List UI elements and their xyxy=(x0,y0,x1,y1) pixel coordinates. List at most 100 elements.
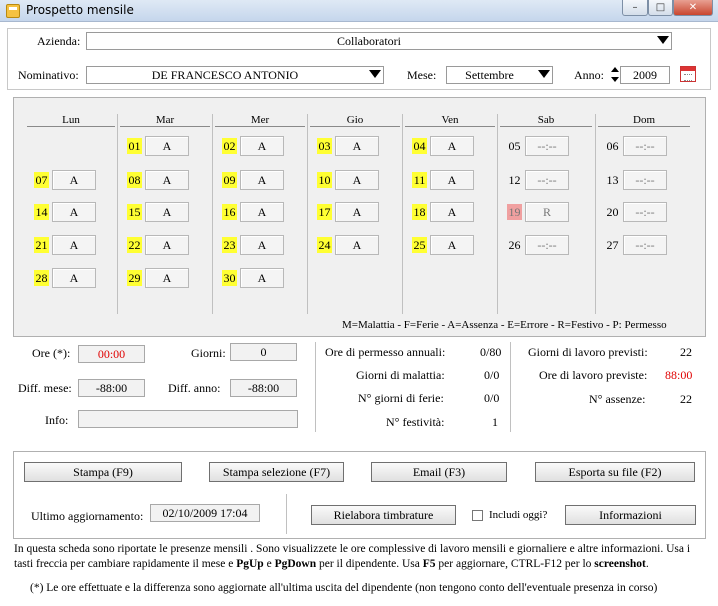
stampa-selezione-button[interactable]: Stampa selezione (F7) xyxy=(209,462,344,482)
day-value[interactable]: A xyxy=(430,235,474,255)
day-number: 24 xyxy=(317,237,332,253)
ferie-label: N° giorni di ferie: xyxy=(358,391,444,405)
day-column-separator xyxy=(595,114,596,314)
day-value[interactable]: A xyxy=(145,202,189,222)
day-column-separator xyxy=(212,114,213,314)
day-number: 13 xyxy=(606,173,619,187)
diff-mese-label: Diff. mese: xyxy=(18,381,72,395)
day-number: 15 xyxy=(127,204,142,220)
day-value[interactable]: A xyxy=(52,235,96,255)
day-value[interactable]: A xyxy=(335,136,379,156)
assenze-value: 22 xyxy=(680,392,692,406)
day-value[interactable]: A xyxy=(335,235,379,255)
diff-anno-label: Diff. anno: xyxy=(168,381,221,395)
day-number: 25 xyxy=(412,237,427,253)
day-value[interactable]: A xyxy=(145,170,189,190)
day-number: 27 xyxy=(606,238,619,252)
day-value[interactable]: --:-- xyxy=(623,235,667,255)
day-value[interactable]: --:-- xyxy=(525,235,569,255)
day-column-separator xyxy=(117,114,118,314)
day-value[interactable]: A xyxy=(52,202,96,222)
day-number: 17 xyxy=(317,204,332,220)
rielabora-button[interactable]: Rielabora timbrature xyxy=(311,505,456,525)
day-number: 12 xyxy=(508,173,521,187)
day-number: 23 xyxy=(222,237,237,253)
day-header-underline xyxy=(598,126,690,127)
lavoro-previsti-label: Giorni di lavoro previsti: xyxy=(528,345,648,359)
divider xyxy=(510,342,511,432)
day-header-underline xyxy=(27,126,115,127)
day-value[interactable]: A xyxy=(240,235,284,255)
day-column-separator xyxy=(402,114,403,314)
day-number: 03 xyxy=(317,138,332,154)
day-value[interactable]: A xyxy=(335,202,379,222)
day-value[interactable]: A xyxy=(430,170,474,190)
day-header-underline xyxy=(120,126,210,127)
day-number: 08 xyxy=(127,172,142,188)
includi-oggi-label: Includi oggi? xyxy=(489,509,548,521)
day-number: 30 xyxy=(222,270,237,286)
ore-previste-value: 88:00 xyxy=(665,368,693,382)
day-header-underline xyxy=(310,126,400,127)
day-value[interactable]: --:-- xyxy=(525,170,569,190)
includi-oggi-checkbox[interactable] xyxy=(472,510,483,521)
day-number: 20 xyxy=(606,205,619,219)
day-header-underline xyxy=(405,126,495,127)
day-header-underline xyxy=(215,126,305,127)
informazioni-button[interactable]: Informazioni xyxy=(565,505,696,525)
day-value[interactable]: A xyxy=(240,202,284,222)
day-number: 22 xyxy=(127,237,142,253)
day-value[interactable]: A xyxy=(145,235,189,255)
day-number: 14 xyxy=(34,204,49,220)
calendar-grid: Lun Mar Mer Gio Ven Sab Dom 01 A 02 A 03 A 04 A 05 --:--… xyxy=(0,0,718,340)
day-number: 04 xyxy=(412,138,427,154)
day-number: 26 xyxy=(508,238,521,252)
day-value[interactable]: A xyxy=(430,202,474,222)
day-number: 05 xyxy=(508,139,521,153)
day-value[interactable]: A xyxy=(240,268,284,288)
malattia-label: Giorni di malattia: xyxy=(356,368,445,382)
stampa-button[interactable]: Stampa (F9) xyxy=(24,462,182,482)
giorni-label: Giorni: xyxy=(191,346,226,360)
festivita-value: 1 xyxy=(492,415,498,429)
help-text: In questa scheda sono riportate le prese… xyxy=(14,543,691,570)
ore-previste-label: Ore di lavoro previste: xyxy=(539,368,648,382)
day-value[interactable]: A xyxy=(145,268,189,288)
diff-anno-value: -88:00 xyxy=(230,379,297,397)
day-value[interactable]: R xyxy=(525,202,569,222)
day-value[interactable]: A xyxy=(52,268,96,288)
day-value[interactable]: --:-- xyxy=(623,202,667,222)
day-number: 06 xyxy=(606,139,619,153)
esporta-button[interactable]: Esporta su file (F2) xyxy=(535,462,695,482)
day-header-underline xyxy=(500,126,592,127)
ultimo-aggiornamento-value: 02/10/2009 17:04 xyxy=(150,504,260,522)
lavoro-previsti-value: 22 xyxy=(680,345,692,359)
day-number: 02 xyxy=(222,138,237,154)
day-value[interactable]: --:-- xyxy=(623,136,667,156)
day-number: 29 xyxy=(127,270,142,286)
day-value[interactable]: --:-- xyxy=(525,136,569,156)
permesso-label: Ore di permesso annuali: xyxy=(325,345,446,359)
day-number: 19 xyxy=(507,204,522,220)
day-value[interactable]: A xyxy=(240,170,284,190)
day-value[interactable]: --:-- xyxy=(623,170,667,190)
day-column-separator xyxy=(497,114,498,314)
day-value[interactable]: A xyxy=(240,136,284,156)
day-value[interactable]: A xyxy=(145,136,189,156)
ultimo-aggiornamento-label: Ultimo aggiornamento: xyxy=(31,509,144,523)
festivita-label: N° festività: xyxy=(386,415,445,429)
info-field xyxy=(78,410,298,428)
diff-mese-value: -88:00 xyxy=(78,379,145,397)
day-column-separator xyxy=(307,114,308,314)
day-value[interactable]: A xyxy=(335,170,379,190)
day-number: 21 xyxy=(34,237,49,253)
day-number: 07 xyxy=(34,172,49,188)
day-number: 16 xyxy=(222,204,237,220)
day-number: 01 xyxy=(127,138,142,154)
day-value[interactable]: A xyxy=(52,170,96,190)
day-number: 11 xyxy=(412,172,427,188)
giorni-value: 0 xyxy=(230,343,297,361)
day-value[interactable]: A xyxy=(430,136,474,156)
email-button[interactable]: Email (F3) xyxy=(371,462,507,482)
day-number: 09 xyxy=(222,172,237,188)
